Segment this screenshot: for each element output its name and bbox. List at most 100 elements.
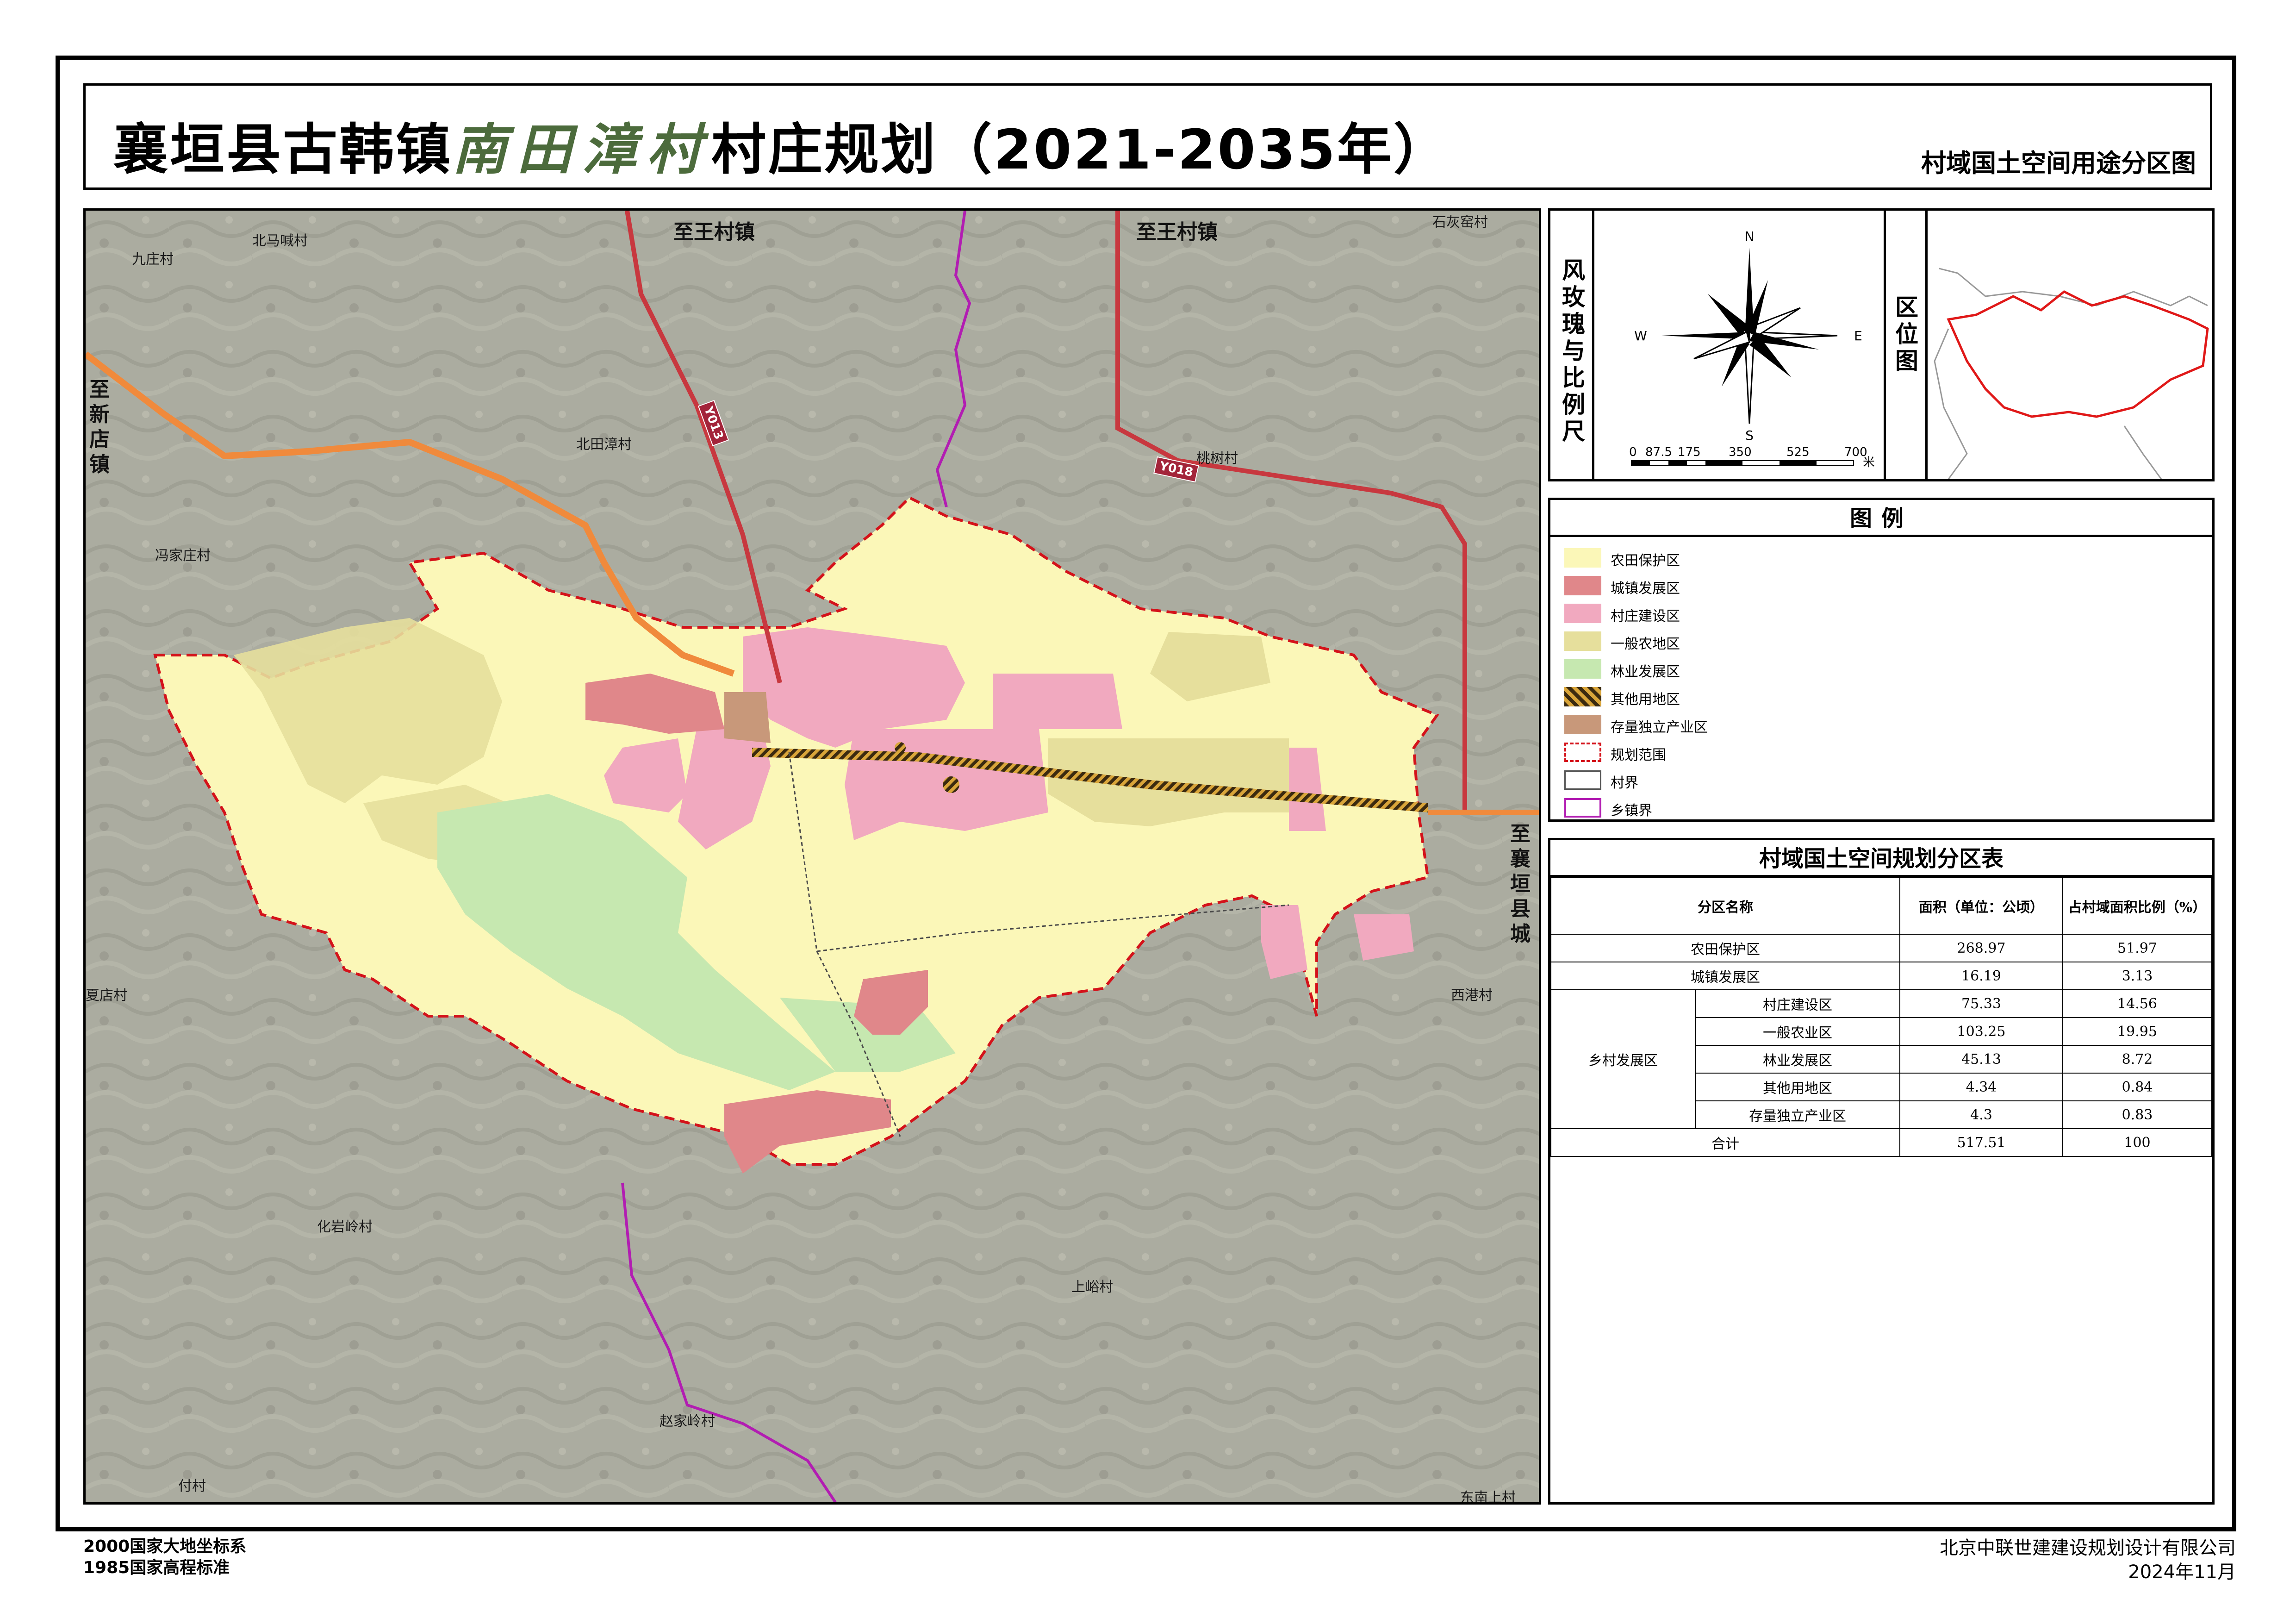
place-label: 北田漳村	[576, 437, 632, 453]
compass-n: N	[1745, 229, 1755, 244]
zone-industry	[724, 692, 771, 743]
table-cell: 75.33	[1899, 989, 2063, 1018]
legend-swatch	[1564, 687, 1601, 706]
table-header: 分区名称	[1550, 877, 1900, 935]
legend-item: 林业发展区	[1564, 657, 1935, 681]
footer-left: 2000国家大地坐标系 1985国家高程标准	[83, 1536, 246, 1579]
table-row: 城镇发展区 16.19 3.13	[1550, 962, 2212, 990]
issue-date: 2024年11月	[2128, 1562, 2236, 1583]
legend-item: 一般农地区	[1564, 630, 1935, 653]
legend-swatch	[1564, 770, 1601, 790]
table-header: 占村域面积比例（%）	[2062, 877, 2212, 935]
dir-label-east: 至襄垣县城	[1510, 822, 1531, 946]
legend-panel: 图例 农田保护区 城镇发展区 村庄建设区 一般农地区 林业发展区 其他用地区 存…	[1548, 498, 2215, 822]
legend-label: 农田保护区	[1611, 553, 1680, 569]
place-label: 西港村	[1451, 987, 1493, 1004]
place-label: 东南上村	[1460, 1490, 1516, 1505]
title-village-name: 南田漳村	[452, 117, 712, 181]
dir-label-north-right: 至王村镇	[1136, 220, 1218, 244]
legend-label: 存量独立产业区	[1611, 719, 1708, 736]
legend-label: 其他用地区	[1611, 692, 1680, 708]
compass-panel: 风玫瑰与比例尺 N S W E 0 87.5 175 350 525 700 米…	[1548, 208, 2215, 481]
wind-rose	[1661, 248, 1838, 424]
compass-e: E	[1854, 328, 1862, 344]
legend-swatch	[1564, 548, 1601, 568]
table-cell: 268.97	[1899, 934, 2063, 962]
table-cell: 3.13	[2062, 962, 2212, 990]
coord-system: 2000国家大地坐标系	[83, 1537, 247, 1556]
place-label: 九庄村	[132, 251, 174, 268]
table-cell: 8.72	[2062, 1045, 2212, 1074]
title-box: 襄垣县古韩镇南田漳村村庄规划（2021-2035年） 村域国土空间用途分区图	[83, 83, 2212, 190]
map-svg	[86, 211, 1539, 1502]
table-cell: 100	[2062, 1128, 2212, 1157]
legend-item: 其他用地区	[1564, 685, 1935, 708]
legend-swatch	[1564, 631, 1601, 651]
company-name: 北京中联世建建设规划设计有限公司	[1940, 1537, 2236, 1559]
legend-item: 村庄建设区	[1564, 602, 1935, 625]
legend-item: 村界	[1564, 768, 1935, 792]
compass-s: S	[1745, 428, 1754, 443]
map-subtitle: 村域国土空间用途分区图	[1921, 149, 2196, 178]
table-cell: 103.25	[1899, 1017, 2063, 1046]
legend-label: 村庄建设区	[1611, 608, 1680, 625]
table-cell: 0.84	[2062, 1073, 2212, 1101]
zone-village-ne	[993, 674, 1122, 729]
table-cell: 城镇发展区	[1550, 962, 1900, 990]
legend-swatch	[1564, 798, 1601, 818]
table-cell: 村庄建设区	[1695, 989, 1900, 1018]
table-cell: 合计	[1550, 1128, 1900, 1157]
place-label: 上峪村	[1071, 1279, 1113, 1295]
location-map-label: 区位图	[1895, 294, 1918, 375]
place-label: 赵家岭村	[660, 1413, 715, 1430]
scale-tick: 525	[1786, 445, 1810, 459]
place-label: 夏店村	[86, 987, 127, 1004]
table-cell: 19.95	[2062, 1017, 2212, 1046]
table-cell: 45.13	[1899, 1045, 2063, 1074]
wind-rose-svg: N S W E 0 87.5 175 350 525 700 米	[1629, 229, 1875, 469]
place-label: 北马喊村	[252, 233, 308, 249]
table-cell: 4.34	[1899, 1073, 2063, 1101]
table-cell: 农田保护区	[1550, 934, 1900, 962]
legend-swatch	[1564, 715, 1601, 734]
scale-tick: 87.5	[1645, 445, 1672, 459]
table-cell: 517.51	[1899, 1128, 2063, 1157]
location-map	[1930, 213, 2212, 479]
table-cell: 14.56	[2062, 989, 2212, 1018]
legend-label: 一般农地区	[1611, 636, 1680, 652]
legend-label: 乡镇界	[1611, 803, 1652, 819]
scale-tick: 350	[1729, 445, 1752, 459]
table-cell: 存量独立产业区	[1695, 1100, 1900, 1129]
legend-swatch	[1564, 743, 1601, 762]
zone-other-dot	[943, 776, 959, 793]
scale-unit: 米	[1863, 456, 1875, 469]
footer-right: 北京中联世建建设规划设计有限公司 2024年11月	[1940, 1536, 2236, 1584]
place-label: 冯家庄村	[155, 548, 211, 564]
elevation-system: 1985国家高程标准	[83, 1558, 230, 1577]
table-total-row: 合计 517.51 100	[1550, 1128, 2212, 1157]
table-cell: 0.83	[2062, 1100, 2212, 1129]
table-cell: 4.3	[1899, 1100, 2063, 1129]
dir-label-west: 至新店镇	[89, 378, 110, 476]
table-cell: 林业发展区	[1695, 1045, 1900, 1074]
place-label: 石灰窑村	[1432, 214, 1488, 231]
legend-item: 乡镇界	[1564, 796, 1935, 819]
legend-swatch	[1564, 659, 1601, 679]
place-label: 化岩岭村	[317, 1219, 373, 1235]
place-label: 桃树村	[1196, 450, 1238, 467]
table-cell: 一般农业区	[1695, 1017, 1900, 1046]
table-cell: 其他用地区	[1695, 1073, 1900, 1101]
scale-tick: 0	[1629, 445, 1637, 459]
map-canvas[interactable]: 至王村镇 至王村镇 至新店镇 至襄垣县城 Y013 Y018 北马喊村 九庄村 …	[83, 208, 1541, 1505]
legend-item: 农田保护区	[1564, 546, 1935, 569]
dir-label-north-left: 至王村镇	[673, 220, 755, 244]
zone-other-dot-2	[895, 742, 906, 753]
table-cell: 16.19	[1899, 962, 2063, 990]
legend-swatch	[1564, 604, 1601, 623]
legend-item: 存量独立产业区	[1564, 713, 1935, 736]
legend-label: 规划范围	[1611, 747, 1666, 763]
legend-label: 村界	[1611, 775, 1638, 791]
compass-scale-label: 风玫瑰与比例尺	[1562, 257, 1585, 445]
table-group-cell: 乡村发展区	[1550, 989, 1696, 1129]
legend-label: 城镇发展区	[1611, 581, 1680, 597]
